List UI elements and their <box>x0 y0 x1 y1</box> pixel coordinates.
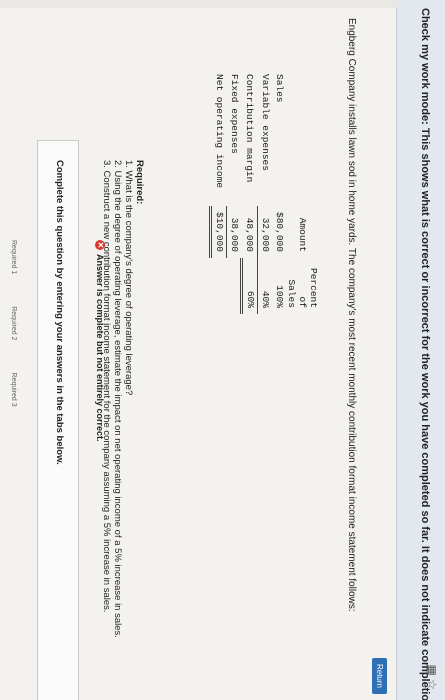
return-button[interactable]: Return <box>372 657 387 694</box>
required-item-1: 1. What is the company's degree of opera… <box>123 160 134 396</box>
banner-message: : This shows what is correct or incorrec… <box>419 121 431 700</box>
star-icon[interactable]: ☆ <box>425 679 439 690</box>
tab-bar: Required 1 Required 2 Required 3 <box>10 240 17 437</box>
tab-required-1[interactable]: Required 1 <box>10 240 17 274</box>
banner-icons: ▦ ☆ <box>425 665 439 690</box>
required-section: Required: 1. What is the company's degre… <box>101 160 145 638</box>
banner-text: Check my work mode: This shows what is c… <box>419 8 431 700</box>
tab-required-2[interactable]: Required 2 <box>10 306 17 340</box>
table-row: Contribution margin 48,000 60% <box>241 68 258 314</box>
table-row: Fixed expenses 38,000 <box>227 68 242 314</box>
check-mode-banner: Check my work mode: This shows what is c… <box>396 0 445 700</box>
table-row: Variable expenses 32,000 40% <box>257 68 272 314</box>
income-statement-table: Amount Percent of Sales Sales $80,000 10… <box>210 68 319 314</box>
complete-prompt: Complete this question by entering your … <box>54 160 65 465</box>
amount-header: Amount <box>297 217 308 252</box>
page: Check my work mode: This shows what is c… <box>0 0 445 700</box>
print-icon[interactable]: ▦ <box>425 665 439 676</box>
required-item-2: 2. Using the degree of operating leverag… <box>112 160 123 638</box>
percent-header: Percent of Sales <box>286 268 319 308</box>
tab-required-3[interactable]: Required 3 <box>10 372 17 406</box>
answer-status-text: Answer is complete but not entirely corr… <box>95 254 105 442</box>
table-row: Sales $80,000 100% <box>274 74 285 308</box>
left-edge <box>0 0 397 8</box>
answer-status: ✕ Answer is complete but not entirely co… <box>95 240 105 442</box>
required-title: Required: <box>134 160 145 205</box>
table-row: Net operating income $10,000 <box>211 68 227 314</box>
banner-mode-label: Check my work mode <box>419 8 431 122</box>
error-x-icon: ✕ <box>95 240 105 250</box>
problem-intro: Engberg Company installs lawn sod in hom… <box>346 18 357 612</box>
